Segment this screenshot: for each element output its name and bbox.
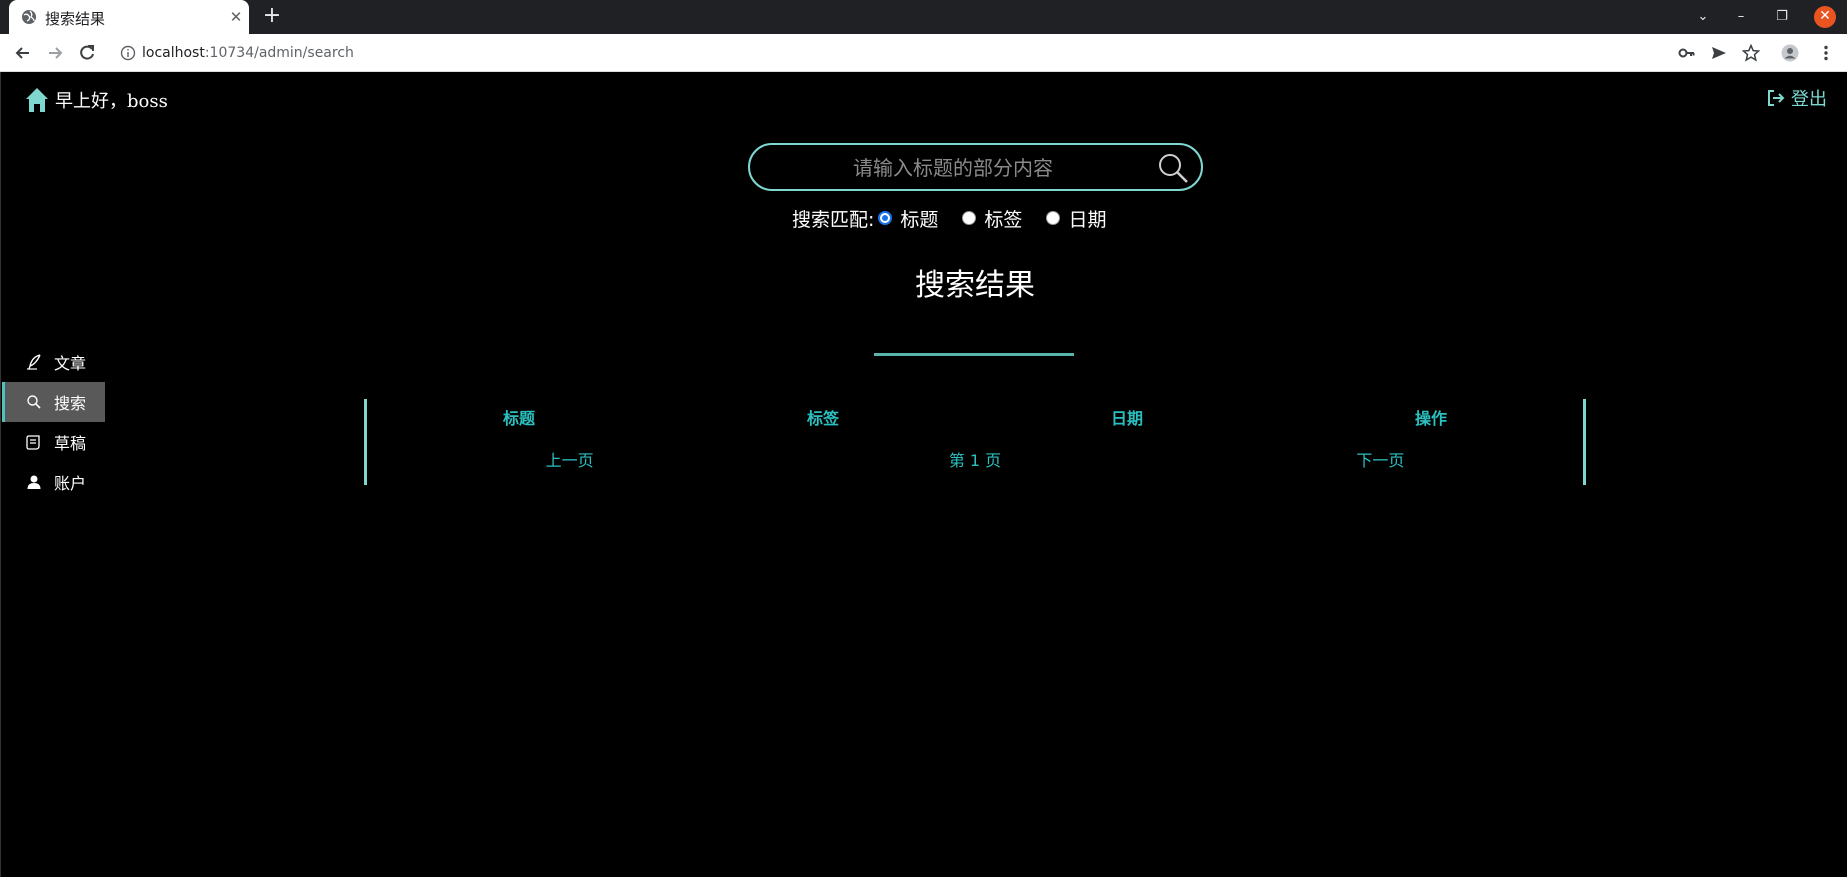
sidebar-item-label: 文章 [54, 354, 87, 373]
minimize-button[interactable]: – [1732, 8, 1750, 26]
bookmark-star-icon[interactable] [1742, 44, 1760, 62]
sidebar-item-articles[interactable]: 文章 [2, 342, 105, 382]
results-title-underline [874, 353, 1074, 356]
search-icon[interactable] [1157, 152, 1189, 184]
back-icon[interactable] [13, 43, 33, 63]
pagination: 上一页 第 1 页 下一页 [367, 441, 1583, 481]
logout-icon [1768, 90, 1785, 106]
browser-tab[interactable]: 搜索结果 ✕ [9, 0, 249, 34]
results-title: 搜索结果 [915, 268, 1035, 303]
next-page-button[interactable]: 下一页 [1178, 441, 1583, 481]
column-header-tag: 标签 [806, 409, 839, 428]
radio-title[interactable] [878, 211, 893, 225]
match-option-title[interactable]: 标题 [878, 205, 938, 232]
page-body: 早上好，boss 登出 搜索匹配: 标题 标签 日期 搜索结果 [0, 72, 1847, 877]
user-icon [27, 475, 41, 489]
info-icon[interactable] [120, 45, 136, 61]
results-table: 标题 标签 日期 操作 上一页 第 1 页 下一页 [364, 399, 1586, 485]
key-icon[interactable] [1678, 44, 1696, 62]
search-match-options: 搜索匹配: 标题 标签 日期 [792, 205, 1130, 231]
match-option-tag[interactable]: 标签 [962, 205, 1022, 232]
column-header-title: 标题 [502, 409, 535, 428]
table-header: 标题 标签 日期 操作 [367, 399, 1583, 439]
search-input[interactable] [768, 153, 1138, 183]
prev-page-button[interactable]: 上一页 [367, 441, 772, 481]
quill-icon [27, 354, 41, 370]
sidebar-item-search[interactable]: 搜索 [2, 382, 105, 422]
page-indicator: 第 1 页 [948, 451, 1002, 470]
restore-button[interactable]: ❐ [1773, 8, 1791, 26]
tab-search-icon[interactable]: ⌄ [1694, 8, 1712, 26]
match-option-date[interactable]: 日期 [1046, 205, 1106, 232]
new-tab-button[interactable]: + [262, 5, 282, 27]
sidebar: 文章 搜索 草稿 账户 [2, 342, 105, 502]
url-text: localhost:10734/admin/search [142, 45, 354, 61]
logout-button[interactable]: 登出 [1767, 86, 1827, 110]
radio-tag[interactable] [962, 211, 977, 225]
sidebar-item-label: 账户 [54, 474, 87, 493]
search-icon [27, 395, 41, 409]
logout-label: 登出 [1791, 89, 1827, 110]
reload-icon[interactable] [77, 43, 97, 63]
home-icon[interactable] [25, 87, 49, 113]
search-match-label: 搜索匹配: [792, 208, 875, 231]
kebab-menu-icon[interactable] [1817, 44, 1835, 62]
sidebar-item-label: 搜索 [54, 394, 87, 413]
column-header-date: 日期 [1110, 409, 1143, 428]
browser-tab-bar: 搜索结果 ✕ + ⌄ – ❐ ✕ [0, 0, 1847, 34]
tab-close-icon[interactable]: ✕ [228, 9, 244, 25]
search-bar [748, 143, 1203, 191]
profile-avatar-icon[interactable] [1781, 44, 1799, 62]
greeting[interactable]: 早上好，boss [25, 86, 168, 114]
browser-toolbar: localhost:10734/admin/search [0, 34, 1847, 72]
window-close-button[interactable]: ✕ [1814, 6, 1836, 28]
forward-icon[interactable] [45, 43, 65, 63]
greeting-text: 早上好，boss [55, 91, 168, 112]
radio-date[interactable] [1046, 211, 1061, 225]
tab-title: 搜索结果 [45, 10, 106, 28]
sidebar-item-account[interactable]: 账户 [2, 462, 105, 502]
sidebar-item-drafts[interactable]: 草稿 [2, 422, 105, 462]
send-icon[interactable] [1710, 44, 1728, 62]
scroll-icon [26, 435, 40, 450]
globe-icon [22, 10, 36, 24]
sidebar-item-label: 草稿 [54, 434, 87, 453]
column-header-actions: 操作 [1414, 409, 1447, 428]
address-bar[interactable]: localhost:10734/admin/search [110, 37, 1670, 69]
